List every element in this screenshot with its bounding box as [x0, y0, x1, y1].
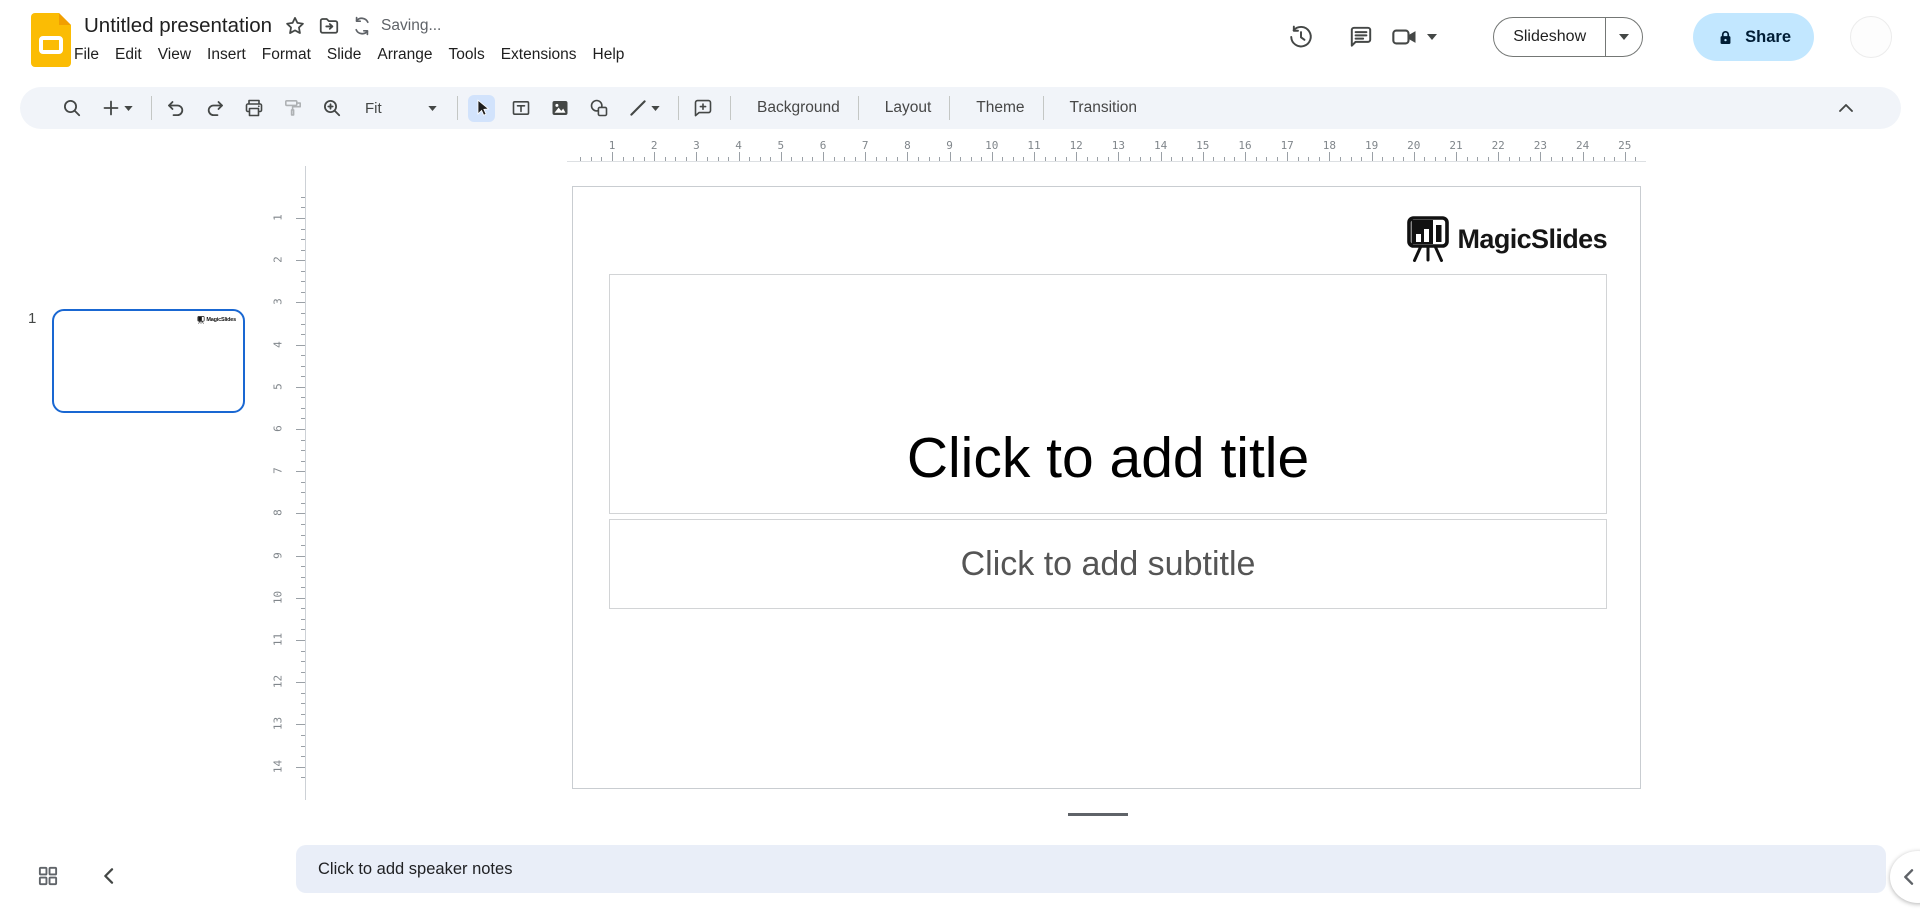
share-button[interactable]: Share — [1693, 13, 1814, 61]
new-slide-button[interactable] — [97, 95, 137, 121]
toolbar-divider — [730, 96, 731, 120]
avatar[interactable] — [1850, 16, 1892, 58]
grid-view-icon[interactable] — [30, 858, 66, 894]
toolbar-divider — [857, 96, 859, 120]
slide-canvas[interactable]: MagicSlides Click to add title Click to … — [572, 186, 1641, 789]
menu-bar: File Edit View Insert Format Slide Arrange Tool… — [66, 42, 632, 68]
collapse-toolbar-icon[interactable] — [1831, 93, 1861, 123]
transition-button[interactable]: Transition — [1054, 93, 1153, 123]
zoom-in-icon[interactable] — [318, 95, 345, 122]
slide-thumbnail[interactable]: MagicSlides — [52, 309, 245, 413]
move-folder-icon[interactable] — [312, 11, 346, 41]
slideshow-button[interactable]: Slideshow — [1494, 18, 1605, 56]
print-icon[interactable] — [240, 95, 267, 122]
zoom-value: Fit — [365, 99, 382, 117]
menu-file[interactable]: File — [66, 42, 107, 68]
paint-format-icon[interactable] — [279, 95, 306, 122]
zoom-select[interactable]: Fit — [357, 94, 445, 122]
speaker-notes-placeholder: Click to add speaker notes — [318, 859, 513, 878]
title-placeholder-text: Click to add title — [906, 426, 1310, 490]
menu-insert[interactable]: Insert — [199, 42, 254, 68]
join-call-button[interactable] — [1391, 25, 1455, 49]
toolbar: Fit Background Layout Theme Transition — [20, 87, 1901, 129]
lock-icon — [1720, 30, 1731, 44]
insert-shape-icon[interactable] — [585, 95, 612, 122]
vertical-ruler: 1 2 3 4 5 6 7 8 9 10 11 12 13 14 — [270, 186, 306, 789]
header-actions: Slideshow Share — [1281, 0, 1892, 74]
theme-button[interactable]: Theme — [960, 93, 1040, 123]
insert-line-button[interactable] — [624, 95, 664, 121]
subtitle-placeholder-text: Click to add subtitle — [960, 544, 1256, 583]
insert-comment-icon[interactable] — [689, 95, 716, 122]
toolbar-divider — [457, 96, 458, 120]
toolbar-divider — [151, 96, 152, 120]
google-slides-logo-icon[interactable] — [31, 13, 71, 67]
comments-icon[interactable] — [1341, 17, 1381, 57]
menu-arrange[interactable]: Arrange — [369, 42, 440, 68]
plus-icon — [103, 100, 119, 116]
video-camera-icon — [1392, 29, 1416, 45]
star-icon[interactable] — [278, 11, 312, 41]
slideshow-options-button[interactable] — [1605, 18, 1642, 56]
magicslides-logo-icon — [1406, 216, 1449, 262]
title-placeholder[interactable]: Click to add title — [609, 274, 1607, 514]
toolbar-divider — [949, 96, 951, 120]
chevron-left-icon — [1904, 869, 1914, 885]
toolbar-divider — [678, 96, 679, 120]
toolbar-divider — [1042, 96, 1044, 120]
magicslides-logo-text: MagicSlides — [1457, 223, 1608, 254]
menu-tools[interactable]: Tools — [441, 42, 493, 68]
sync-icon — [355, 16, 369, 36]
search-menus-icon[interactable] — [58, 95, 85, 122]
slideshow-label: Slideshow — [1513, 28, 1587, 45]
layout-button[interactable]: Layout — [869, 93, 948, 123]
horizontal-ruler: 1 2 3 4 5 6 7 8 9 10 11 12 13 14 15 16 17 18 19 20 21 22 23 24 2… — [572, 139, 1641, 162]
notes-resize-handle[interactable] — [1068, 813, 1128, 816]
menu-help[interactable]: Help — [585, 42, 633, 68]
saving-status[interactable]: Saving... — [352, 16, 441, 36]
text-box-icon[interactable] — [507, 95, 534, 122]
undo-icon[interactable] — [162, 95, 189, 122]
collapse-filmstrip-icon[interactable] — [90, 858, 126, 894]
version-history-icon[interactable] — [1281, 17, 1321, 57]
saving-label: Saving... — [381, 17, 442, 34]
chevron-down-icon — [124, 105, 133, 111]
redo-icon[interactable] — [201, 95, 228, 122]
chevron-down-icon — [428, 105, 437, 111]
expand-sidebar-button[interactable] — [1890, 851, 1920, 903]
line-tool-icon — [630, 100, 646, 116]
menu-format[interactable]: Format — [254, 42, 319, 68]
chevron-down-icon — [651, 105, 660, 111]
menu-edit[interactable]: Edit — [107, 42, 150, 68]
header: Untitled presentation Saving... File Edit… — [0, 0, 1920, 86]
horizontal-ruler-baseline — [567, 161, 1646, 162]
filmstrip-panel: 1 MagicSlides — [0, 140, 296, 840]
speaker-notes[interactable]: Click to add speaker notes — [296, 845, 1886, 893]
document-title[interactable]: Untitled presentation — [78, 12, 278, 40]
subtitle-placeholder[interactable]: Click to add subtitle — [609, 519, 1607, 609]
insert-image-icon[interactable] — [546, 95, 573, 122]
background-button[interactable]: Background — [741, 93, 856, 123]
vertical-ruler-baseline — [305, 166, 306, 800]
menu-view[interactable]: View — [150, 42, 199, 68]
title-row: Untitled presentation Saving... — [78, 10, 441, 42]
select-tool-icon[interactable] — [468, 94, 495, 122]
magicslides-mini-icon — [197, 316, 205, 324]
chevron-down-icon — [1619, 34, 1630, 40]
slideshow-button-group: Slideshow — [1493, 17, 1644, 57]
chevron-down-icon — [1427, 34, 1438, 40]
menu-extensions[interactable]: Extensions — [493, 42, 585, 68]
menu-slide[interactable]: Slide — [319, 42, 369, 68]
magicslides-logo: MagicSlides — [1406, 215, 1608, 263]
slide-number: 1 — [28, 310, 37, 327]
share-label: Share — [1745, 27, 1791, 46]
thumbnail-brand-logo: MagicSlides — [197, 316, 236, 324]
